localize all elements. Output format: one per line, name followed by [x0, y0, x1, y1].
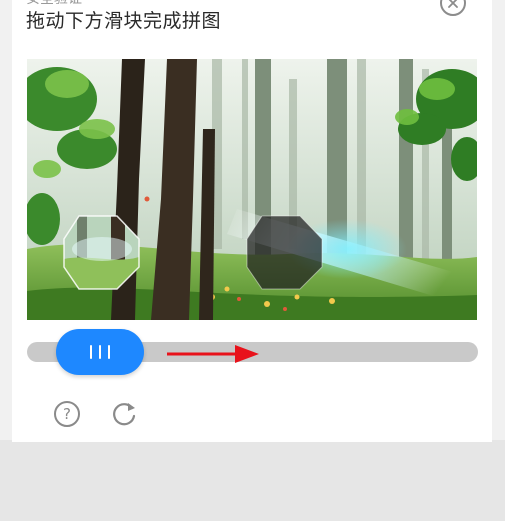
slider-handle[interactable]: [56, 329, 144, 375]
question-circle-icon: ?: [63, 405, 71, 423]
backdrop-bottom: [0, 440, 505, 521]
close-icon: [448, 0, 458, 8]
dialog-header-title: 安全验证: [26, 0, 82, 8]
forest-image: [27, 59, 477, 320]
captcha-dialog: 安全验证 拖动下方滑块完成拼图: [12, 0, 492, 442]
help-button[interactable]: ?: [54, 401, 80, 427]
three-bar-grip-icon: [90, 345, 110, 359]
puzzle-image: [27, 59, 477, 320]
refresh-icon[interactable]: [110, 400, 138, 428]
right-arrow-icon: [167, 345, 259, 363]
captcha-instruction: 拖动下方滑块完成拼图: [26, 10, 222, 32]
puzzle-piece[interactable]: [63, 215, 140, 290]
close-button[interactable]: [440, 0, 466, 16]
puzzle-hole: [246, 215, 323, 290]
